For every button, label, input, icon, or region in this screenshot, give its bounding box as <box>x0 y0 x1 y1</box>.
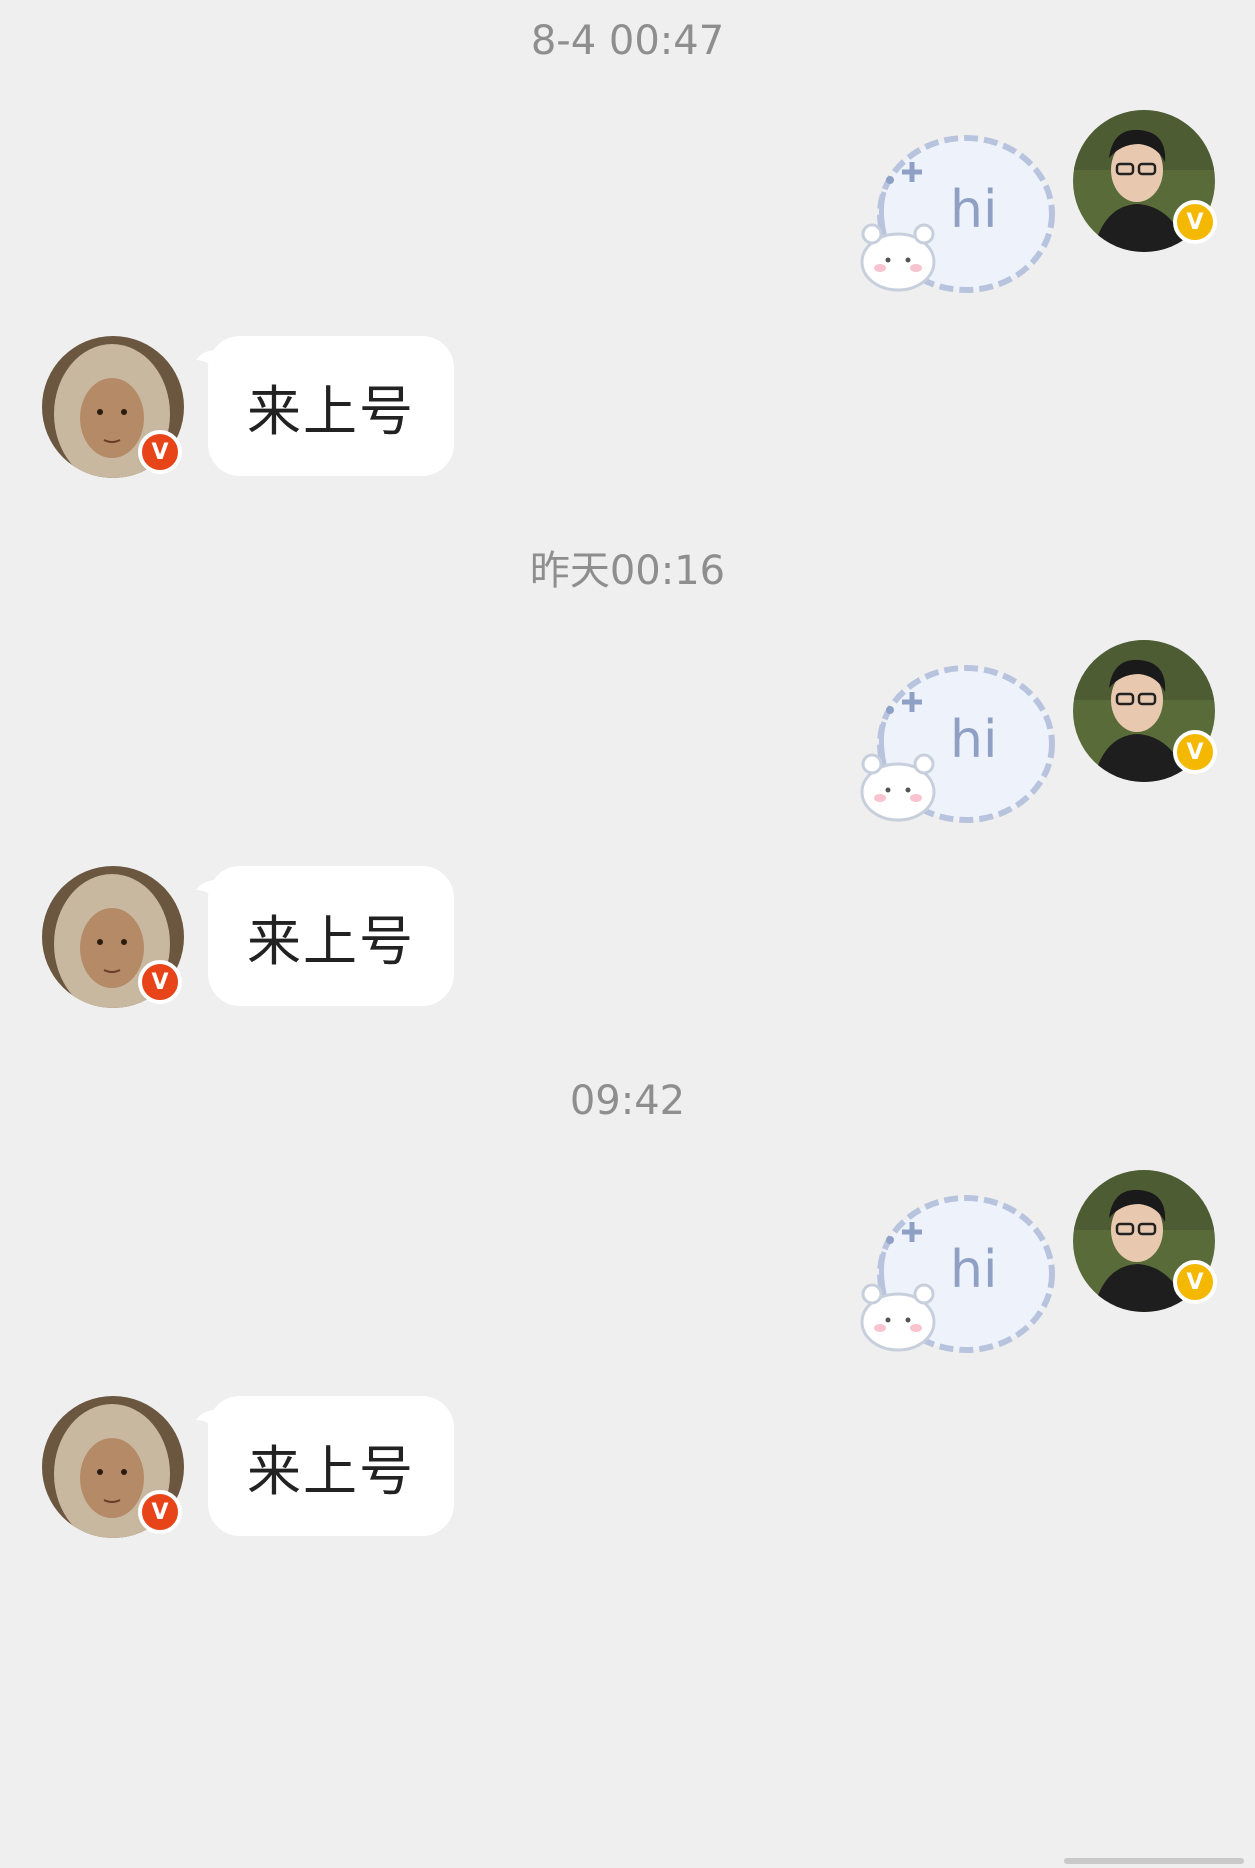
bubble-tail-icon <box>196 349 224 372</box>
sticker-text: hi <box>950 710 998 770</box>
sticker-text: hi <box>950 1240 998 1300</box>
receiver-avatar[interactable]: V <box>42 866 184 1008</box>
verified-badge-icon: V <box>1173 1260 1217 1304</box>
sent-sticker-message[interactable]: hi <box>850 662 1060 832</box>
timestamp: 8-4 00:47 <box>530 18 725 64</box>
verified-badge-icon: V <box>138 1490 182 1534</box>
chat-window: 8-4 00:47 hi V V 来上号 昨天00:16 hi V V 来上号 … <box>0 0 1255 1868</box>
received-message-bubble[interactable]: 来上号 <box>196 866 454 1006</box>
sender-avatar[interactable]: V <box>1073 1170 1217 1312</box>
received-message-bubble[interactable]: 来上号 <box>196 336 454 476</box>
message-text: 来上号 <box>247 1439 415 1503</box>
home-indicator <box>1064 1858 1244 1864</box>
sticker-text: hi <box>950 180 998 240</box>
received-message-bubble[interactable]: 来上号 <box>196 1396 454 1536</box>
timestamp: 09:42 <box>569 1078 686 1124</box>
verified-badge-icon: V <box>1173 200 1217 244</box>
bubble-tail-icon <box>196 1409 224 1432</box>
timestamp: 昨天00:16 <box>529 548 726 594</box>
verified-badge-icon: V <box>1173 730 1217 774</box>
sent-sticker-message[interactable]: hi <box>850 1192 1060 1362</box>
message-text: 来上号 <box>247 379 415 443</box>
sender-avatar[interactable]: V <box>1073 640 1217 782</box>
sender-avatar[interactable]: V <box>1073 110 1217 252</box>
verified-badge-icon: V <box>138 430 182 474</box>
verified-badge-icon: V <box>138 960 182 1004</box>
receiver-avatar[interactable]: V <box>42 1396 184 1538</box>
message-text: 来上号 <box>247 909 415 973</box>
receiver-avatar[interactable]: V <box>42 336 184 478</box>
sent-sticker-message[interactable]: hi <box>850 132 1060 302</box>
bubble-tail-icon <box>196 879 224 902</box>
